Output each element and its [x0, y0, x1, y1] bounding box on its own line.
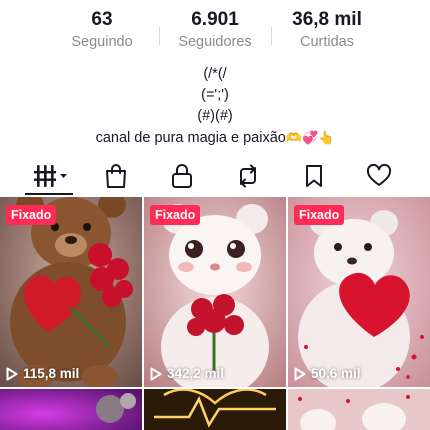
- video-thumbnail[interactable]: Fixado 50,6 mil: [288, 197, 430, 387]
- profile-bio: (/*(/ (=';') (#)(#) canal de pura magia …: [0, 64, 430, 148]
- heart-icon: [366, 163, 392, 186]
- pinned-badge: Fixado: [150, 205, 201, 225]
- followers-count: 6.901: [191, 9, 239, 30]
- view-count-text: 342,2 mil: [167, 366, 225, 381]
- tab-reposts[interactable]: [229, 160, 267, 192]
- teddy-bear-thumbnail-image: [144, 197, 286, 387]
- video-thumbnail[interactable]: [288, 389, 430, 430]
- tab-private[interactable]: [163, 160, 201, 192]
- purple-thumbnail-image: [0, 389, 142, 430]
- repost-icon: [240, 164, 256, 188]
- video-thumbnail[interactable]: Fixado 342,2 mil: [144, 197, 286, 387]
- view-count-text: 50,6 mil: [311, 366, 361, 381]
- teddy-bear-thumbnail-image: [288, 197, 430, 387]
- bookmark-icon: [306, 165, 322, 187]
- view-count: 342,2 mil: [150, 366, 224, 381]
- shopping-bag-icon: [106, 164, 126, 188]
- play-icon: [6, 367, 18, 380]
- bio-line: (/*(/: [203, 66, 227, 82]
- pinned-badge: Fixado: [6, 205, 57, 225]
- tab-videos[interactable]: [32, 160, 72, 192]
- lock-icon: [172, 164, 192, 188]
- play-icon: [150, 367, 162, 380]
- likes-stat[interactable]: 36,8 mil Curtidas: [272, 8, 382, 51]
- play-icon: [294, 367, 306, 380]
- profile-stats: 63 Seguindo 6.901 Seguidores 36,8 mil Cu…: [0, 8, 430, 54]
- likes-count: 36,8 mil: [292, 9, 362, 30]
- video-grid: Fixado 115,8 mil Fixado 342,2 mil Fixado…: [0, 197, 430, 430]
- bears-thumbnail-image: [288, 389, 430, 430]
- video-thumbnail[interactable]: Fixado 115,8 mil: [0, 197, 142, 387]
- followers-label: Seguidores: [178, 34, 252, 50]
- tab-shop[interactable]: [97, 160, 135, 192]
- tab-favorites[interactable]: [295, 160, 333, 192]
- tab-liked[interactable]: [360, 160, 398, 192]
- selected-tab-indicator: [25, 193, 73, 195]
- bio-line: (=';'): [201, 87, 229, 103]
- pinned-badge: Fixado: [294, 205, 345, 225]
- teddy-bear-thumbnail-image: [0, 197, 142, 387]
- bio-line: (#)(#): [197, 108, 233, 124]
- likes-label: Curtidas: [300, 34, 354, 50]
- bio-text-line: canal de pura magia e paixão🫶💞👆: [0, 127, 430, 148]
- profile-tabs: [0, 156, 430, 196]
- video-thumbnail[interactable]: [144, 389, 286, 430]
- view-count: 115,8 mil: [6, 366, 79, 381]
- following-stat[interactable]: 63 Seguindo: [47, 8, 157, 51]
- glowing-heart-thumbnail-image: [144, 389, 286, 430]
- following-count: 63: [91, 9, 113, 30]
- bio-text: canal de pura magia e paixão: [95, 130, 286, 146]
- view-count: 50,6 mil: [294, 366, 361, 381]
- grid-bars-icon: [34, 165, 67, 187]
- followers-stat[interactable]: 6.901 Seguidores: [160, 8, 270, 51]
- bio-emojis: 🫶💞👆: [285, 130, 335, 145]
- following-label: Seguindo: [71, 34, 133, 50]
- view-count-text: 115,8 mil: [23, 366, 80, 381]
- video-thumbnail[interactable]: [0, 389, 142, 430]
